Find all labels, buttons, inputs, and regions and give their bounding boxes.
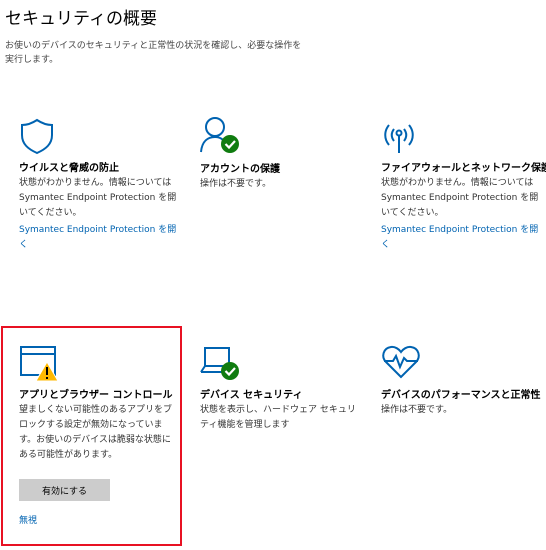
ignore-link[interactable]: 無視	[19, 514, 179, 529]
laptop-icon	[200, 347, 239, 380]
card-title: デバイス セキュリティ	[200, 390, 303, 401]
card-title: ファイアウォールとネットワーク保護	[381, 163, 546, 174]
app-browser-warning-icon	[20, 346, 59, 382]
card-firewall-network-protection[interactable]: ファイアウォールとネットワーク保護 状態がわかりません。情報については Syma…	[381, 117, 546, 253]
heart-pulse-icon	[382, 345, 420, 379]
card-title: アプリとブラウザー コントロール	[19, 390, 173, 401]
page-subtitle: お使いのデバイスのセキュリティと正常性の状況を確認し、必要な操作を実行します。	[5, 41, 302, 65]
card-description: 望ましくない可能性のあるアプリをブロックする設定が無効になっています。お使いのデ…	[19, 405, 173, 460]
open-sep-link[interactable]: Symantec Endpoint Protection を開く	[19, 223, 179, 253]
card-app-browser-control[interactable]: アプリとブラウザー コントロール 望ましくない可能性のあるアプリをブロックする設…	[19, 344, 179, 529]
card-account-protection[interactable]: アカウントの保護 操作は不要です。	[200, 114, 360, 192]
wireless-antenna-icon	[384, 124, 414, 153]
page-title: セキュリティの概要	[5, 9, 157, 29]
card-description: 状態を表示し、ハードウェア セキュリティ機能を管理します	[200, 405, 356, 430]
turn-on-button[interactable]: 有効にする	[19, 479, 110, 501]
card-description: 状態がわかりません。情報については Symantec Endpoint Prot…	[381, 178, 539, 218]
card-virus-threat-protection[interactable]: ウイルスと脅威の防止 状態がわかりません。情報については Symantec En…	[19, 117, 179, 253]
account-icon	[200, 117, 239, 153]
card-title: アカウントの保護	[200, 164, 280, 175]
card-device-performance-health[interactable]: デバイスのパフォーマンスと正常性 操作は不要です。	[381, 342, 541, 418]
card-description: 操作は不要です。	[200, 179, 272, 189]
card-title: デバイスのパフォーマンスと正常性	[381, 390, 541, 401]
shield-icon	[21, 118, 53, 155]
open-sep-link[interactable]: Symantec Endpoint Protection を開く	[381, 223, 541, 253]
card-description: 操作は不要です。	[381, 405, 453, 415]
card-title: ウイルスと脅威の防止	[19, 163, 119, 174]
card-description: 状態がわかりません。情報については Symantec Endpoint Prot…	[19, 178, 177, 218]
card-device-security[interactable]: デバイス セキュリティ 状態を表示し、ハードウェア セキュリティ機能を管理します	[200, 344, 360, 433]
